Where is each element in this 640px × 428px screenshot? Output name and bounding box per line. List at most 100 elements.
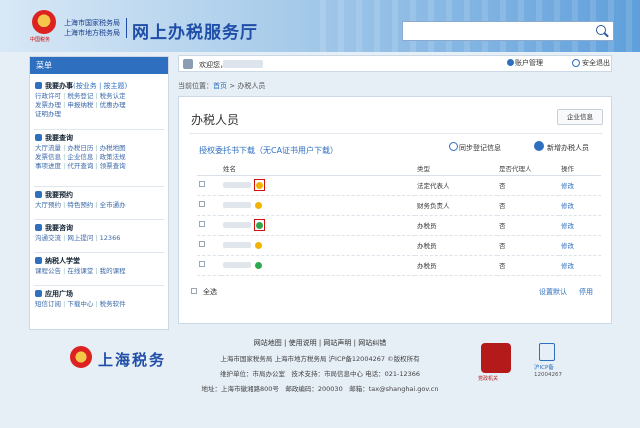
section-label: 我要查询 xyxy=(45,134,73,142)
search-icon[interactable] xyxy=(596,25,606,35)
agent-cell: 否 xyxy=(497,255,559,276)
sidebar-link[interactable]: 代开查询 xyxy=(67,162,93,170)
sidebar-link[interactable]: 大厅流量 xyxy=(35,144,61,152)
row-select-cell xyxy=(197,235,221,256)
sidebar-link[interactable]: 领票查询 xyxy=(100,162,126,170)
agent-cell: 否 xyxy=(497,195,559,216)
row-checkbox[interactable] xyxy=(199,241,205,247)
section-label: 应用广场 xyxy=(45,290,73,298)
sidebar-link-group: 大厅预约 | 特色预约 | 全市通办 xyxy=(35,201,163,210)
edit-link[interactable]: 修改 xyxy=(559,255,601,276)
sidebar-section-title[interactable]: 我要预约 xyxy=(35,190,73,200)
row-select-cell xyxy=(197,195,221,216)
sidebar-link[interactable]: 大厅预约 xyxy=(35,201,61,209)
emblem-caption: 中国税务 xyxy=(30,37,51,43)
site-title: 网上办税服务厅 xyxy=(132,23,258,43)
sidebar-link[interactable]: 税务登记 xyxy=(67,92,93,100)
section-icon xyxy=(35,134,42,141)
highlight-box xyxy=(254,179,265,191)
sidebar-section-title[interactable]: 纳税人学堂 xyxy=(35,256,80,266)
table-row: 办税员否修改 xyxy=(197,235,601,256)
section-icon xyxy=(35,257,42,264)
warning-status-icon xyxy=(255,201,262,209)
main-panel: 办税人员 企业信息 授权委托书下载（无CA证书用户下载） 同步登记信息 新增办税… xyxy=(178,96,612,324)
search-input[interactable] xyxy=(402,21,614,41)
name-cell xyxy=(221,255,415,276)
sidebar-link[interactable]: 全市通办 xyxy=(100,201,126,209)
sidebar-section-title[interactable]: 应用广场 xyxy=(35,289,73,299)
table-row: 法定代表人否修改 xyxy=(197,175,601,196)
sync-registration-button[interactable]: 同步登记信息 xyxy=(459,143,501,153)
sidebar-link[interactable]: 政策法规 xyxy=(100,153,126,161)
icp-badge-icon[interactable] xyxy=(539,343,555,361)
name-redacted xyxy=(223,182,251,188)
column-agent: 是否代理人 xyxy=(497,161,559,176)
sidebar-link[interactable]: 下载中心 xyxy=(67,300,93,308)
company-info-button[interactable]: 企业信息 xyxy=(557,109,603,125)
sidebar-link[interactable]: 发票信息 xyxy=(35,153,61,161)
sidebar-link[interactable]: 课程公告 xyxy=(35,267,61,275)
sync-icon xyxy=(449,142,458,151)
select-all-checkbox[interactable] xyxy=(191,288,197,294)
sidebar-link[interactable]: 行政许可 xyxy=(35,92,61,100)
tax-emblem-icon xyxy=(32,10,56,34)
sidebar-section-title[interactable]: 我要查询 xyxy=(35,133,73,143)
sidebar-link[interactable]: 在线课堂 xyxy=(67,267,93,275)
type-cell: 财务负责人 xyxy=(415,195,497,216)
org-name-national: 上海市国家税务局 xyxy=(64,19,120,27)
name-cell xyxy=(221,215,415,236)
sidebar-link[interactable]: 企业信息 xyxy=(67,153,93,161)
sidebar-link[interactable]: 短信订阅 xyxy=(35,300,61,308)
add-staff-button[interactable]: 新增办税人员 xyxy=(547,143,589,153)
type-cell: 法定代表人 xyxy=(415,175,497,196)
select-all-label[interactable]: 全选 xyxy=(203,287,217,297)
sidebar-link-group: 沟通交流 | 网上提问 | 12366 xyxy=(35,234,163,243)
section-divider xyxy=(34,252,164,253)
section-divider xyxy=(34,285,164,286)
row-checkbox[interactable] xyxy=(199,261,205,267)
agent-cell: 否 xyxy=(497,215,559,236)
name-redacted xyxy=(223,202,251,208)
row-checkbox[interactable] xyxy=(199,221,205,227)
sidebar-section-title[interactable]: 我要办事(按业务 | 按主题) xyxy=(35,81,127,91)
sidebar-link[interactable]: 税务认定 xyxy=(100,92,126,100)
icp-badge-number: 12004267 xyxy=(534,372,562,378)
edit-link[interactable]: 修改 xyxy=(559,175,601,196)
sidebar-link[interactable]: 办税日历 xyxy=(67,144,93,152)
account-management-link[interactable]: 账户管理 xyxy=(515,58,543,68)
sidebar-link[interactable]: 我的课程 xyxy=(100,267,126,275)
section-sublabel[interactable]: (按业务 | 按主题) xyxy=(73,82,127,90)
row-checkbox[interactable] xyxy=(199,201,205,207)
section-divider xyxy=(34,219,164,220)
edit-link[interactable]: 修改 xyxy=(559,235,601,256)
title-divider xyxy=(126,18,127,38)
edit-link[interactable]: 修改 xyxy=(559,195,601,216)
sidebar-link[interactable]: 网上提问 xyxy=(67,234,93,242)
sidebar-link-group: 大厅流量 | 办税日历 | 办税地图 发票信息 | 企业信息 | 政策法规 事项进度… xyxy=(35,144,163,171)
sidebar-link[interactable]: 证明办理 xyxy=(35,110,61,118)
sidebar-link[interactable]: 税务软件 xyxy=(100,300,126,308)
logout-link[interactable]: 安全退出 xyxy=(582,58,610,68)
sidebar-link[interactable]: 特色预约 xyxy=(67,201,93,209)
sidebar-link[interactable]: 办税地图 xyxy=(100,144,126,152)
gov-badge-icon[interactable] xyxy=(481,343,511,373)
column-name: 姓名 xyxy=(221,161,415,176)
sidebar-link[interactable]: 优惠办理 xyxy=(100,101,126,109)
row-checkbox[interactable] xyxy=(199,181,205,187)
disable-link[interactable]: 停用 xyxy=(579,287,593,297)
highlight-box xyxy=(254,219,265,231)
sidebar-section-title[interactable]: 我要咨询 xyxy=(35,223,73,233)
set-default-link[interactable]: 设置默认 xyxy=(539,287,567,297)
authorization-download-link[interactable]: 授权委托书下载（无CA证书用户下载） xyxy=(199,145,338,156)
sidebar-link[interactable]: 申报纳税 xyxy=(67,101,93,109)
sidebar-link[interactable]: 发票办理 xyxy=(35,101,61,109)
column-action: 操作 xyxy=(559,161,601,176)
section-label: 我要办事 xyxy=(45,82,73,90)
sidebar-link[interactable]: 沟通交流 xyxy=(35,234,61,242)
agent-cell: 否 xyxy=(497,175,559,196)
edit-link[interactable]: 修改 xyxy=(559,215,601,236)
sidebar-link[interactable]: 事项进度 xyxy=(35,162,61,170)
sidebar-link[interactable]: 12366 xyxy=(100,234,121,242)
breadcrumb-home[interactable]: 首页 xyxy=(213,82,227,90)
table-row: 财务负责人否修改 xyxy=(197,195,601,216)
